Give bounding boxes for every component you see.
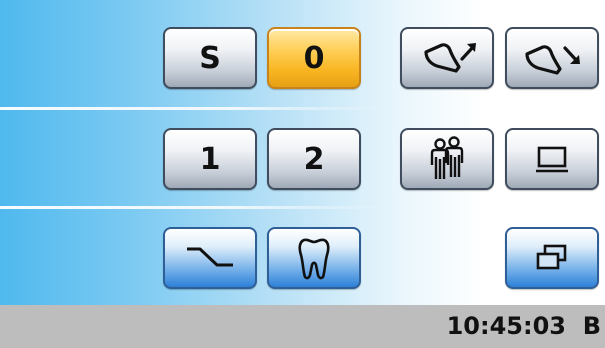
chair-down-icon <box>525 45 580 75</box>
row-divider <box>0 107 385 110</box>
status-bar: 10:45:03 B <box>0 305 605 348</box>
monitor-button[interactable] <box>505 128 599 190</box>
program-1-button[interactable]: 1 <box>163 128 257 190</box>
patient-entry-button[interactable] <box>400 128 494 190</box>
row-divider <box>0 206 385 209</box>
program-s-label: S <box>199 40 221 76</box>
tooth-button[interactable] <box>267 227 361 289</box>
clock-time: 10:45:03 <box>446 312 566 340</box>
chair-up-button[interactable] <box>400 27 494 89</box>
control-panel: S 0 1 2 <box>0 0 605 305</box>
tooth-icon <box>298 238 330 280</box>
program-2-button[interactable]: 2 <box>267 128 361 190</box>
motion-curve-button[interactable] <box>163 227 257 289</box>
program-1-label: 1 <box>199 141 221 177</box>
program-0-label: 0 <box>303 40 325 76</box>
monitor-icon <box>536 146 568 173</box>
status-text: 10:45:03 B <box>447 312 601 340</box>
chair-down-button[interactable] <box>505 27 599 89</box>
program-s-button[interactable]: S <box>163 27 257 89</box>
motion-curve-icon <box>187 247 233 267</box>
window-switch-icon <box>536 244 567 270</box>
window-switch-button[interactable] <box>505 227 599 289</box>
program-0-button[interactable]: 0 <box>267 27 361 89</box>
chair-up-icon <box>424 43 476 73</box>
program-2-label: 2 <box>303 141 325 177</box>
status-mode: B <box>582 312 601 340</box>
patient-entry-icon <box>430 136 464 179</box>
